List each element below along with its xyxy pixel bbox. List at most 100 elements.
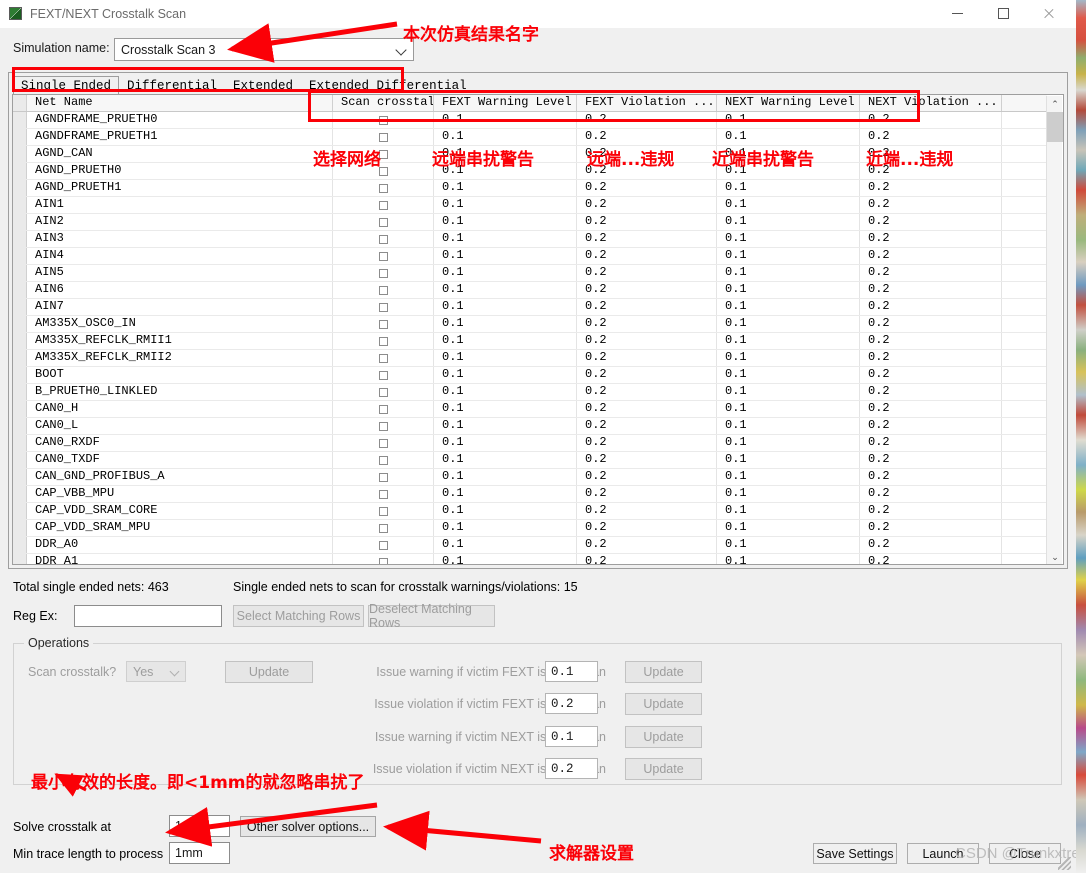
- table-row[interactable]: CAN0_L 0.1 0.2 0.1 0.2: [13, 418, 1047, 435]
- cell-scan-crosstalk[interactable]: [333, 401, 434, 417]
- cell-scan-crosstalk[interactable]: [333, 486, 434, 502]
- table-row[interactable]: AIN4 0.1 0.2 0.1 0.2: [13, 248, 1047, 265]
- table-row[interactable]: AIN3 0.1 0.2 0.1 0.2: [13, 231, 1047, 248]
- scan-crosstalk-checkbox[interactable]: [378, 370, 388, 380]
- scrollbar-thumb[interactable]: [1047, 112, 1063, 142]
- scan-crosstalk-checkbox[interactable]: [378, 319, 388, 329]
- scan-crosstalk-checkbox[interactable]: [378, 132, 388, 142]
- regex-input[interactable]: [74, 605, 222, 627]
- scan-crosstalk-checkbox[interactable]: [378, 455, 388, 465]
- table-row[interactable]: AIN2 0.1 0.2 0.1 0.2: [13, 214, 1047, 231]
- cell-scan-crosstalk[interactable]: [333, 282, 434, 298]
- scan-crosstalk-checkbox[interactable]: [378, 302, 388, 312]
- cell-scan-crosstalk[interactable]: [333, 231, 434, 247]
- scan-crosstalk-checkbox[interactable]: [378, 523, 388, 533]
- cell-scan-crosstalk[interactable]: [333, 537, 434, 553]
- cell-scan-crosstalk[interactable]: [333, 214, 434, 230]
- scan-crosstalk-checkbox[interactable]: [378, 251, 388, 261]
- next-violation-update-button[interactable]: Update: [625, 758, 702, 780]
- fext-violation-update-button[interactable]: Update: [625, 693, 702, 715]
- minimize-button[interactable]: [934, 0, 980, 27]
- table-row[interactable]: AM335X_OSC0_IN 0.1 0.2 0.1 0.2: [13, 316, 1047, 333]
- scan-crosstalk-checkbox[interactable]: [378, 285, 388, 295]
- table-row[interactable]: AGND_PRUETH1 0.1 0.2 0.1 0.2: [13, 180, 1047, 197]
- cell-scan-crosstalk[interactable]: [333, 520, 434, 536]
- cell-scan-crosstalk[interactable]: [333, 197, 434, 213]
- table-row[interactable]: AGNDFRAME_PRUETH1 0.1 0.2 0.1 0.2: [13, 129, 1047, 146]
- table-row[interactable]: CAP_VDD_SRAM_MPU 0.1 0.2 0.1 0.2: [13, 520, 1047, 537]
- cell-scan-crosstalk[interactable]: [333, 418, 434, 434]
- other-solver-options-button[interactable]: Other solver options...: [240, 816, 376, 837]
- scan-crosstalk-checkbox[interactable]: [378, 506, 388, 516]
- column-header-net-name[interactable]: Net Name: [27, 95, 333, 111]
- scan-crosstalk-checkbox[interactable]: [378, 557, 388, 564]
- scan-crosstalk-checkbox[interactable]: [378, 387, 388, 397]
- table-row[interactable]: CAP_VBB_MPU 0.1 0.2 0.1 0.2: [13, 486, 1047, 503]
- scan-crosstalk-checkbox[interactable]: [378, 404, 388, 414]
- scan-crosstalk-checkbox[interactable]: [378, 336, 388, 346]
- fext-warning-threshold-input[interactable]: 0.1: [545, 661, 598, 682]
- table-row[interactable]: AIN5 0.1 0.2 0.1 0.2: [13, 265, 1047, 282]
- cell-scan-crosstalk[interactable]: [333, 316, 434, 332]
- scan-crosstalk-checkbox[interactable]: [378, 268, 388, 278]
- solve-crosstalk-at-input[interactable]: 1GHz: [169, 815, 230, 837]
- cell-scan-crosstalk[interactable]: [333, 350, 434, 366]
- cell-scan-crosstalk[interactable]: [333, 367, 434, 383]
- scroll-down-icon[interactable]: ⌄: [1047, 549, 1063, 564]
- table-row[interactable]: DDR_A0 0.1 0.2 0.1 0.2: [13, 537, 1047, 554]
- table-row[interactable]: DDR_A1 0.1 0.2 0.1 0.2: [13, 554, 1047, 564]
- scan-crosstalk-checkbox[interactable]: [378, 200, 388, 210]
- table-row[interactable]: AM335X_REFCLK_RMII2 0.1 0.2 0.1 0.2: [13, 350, 1047, 367]
- operations-update-button[interactable]: Update: [225, 661, 313, 683]
- cell-scan-crosstalk[interactable]: [333, 299, 434, 315]
- table-row[interactable]: AM335X_REFCLK_RMII1 0.1 0.2 0.1 0.2: [13, 333, 1047, 350]
- cell-scan-crosstalk[interactable]: [333, 554, 434, 564]
- select-matching-rows-button[interactable]: Select Matching Rows: [233, 605, 364, 627]
- maximize-button[interactable]: [980, 0, 1026, 27]
- cell-scan-crosstalk[interactable]: [333, 503, 434, 519]
- table-row[interactable]: AIN1 0.1 0.2 0.1 0.2: [13, 197, 1047, 214]
- next-violation-threshold-input[interactable]: 0.2: [545, 758, 598, 779]
- next-warning-update-button[interactable]: Update: [625, 726, 702, 748]
- table-row[interactable]: CAN0_RXDF 0.1 0.2 0.1 0.2: [13, 435, 1047, 452]
- table-row[interactable]: CAN0_TXDF 0.1 0.2 0.1 0.2: [13, 452, 1047, 469]
- table-row[interactable]: CAN0_H 0.1 0.2 0.1 0.2: [13, 401, 1047, 418]
- scan-crosstalk-checkbox[interactable]: [378, 217, 388, 227]
- scan-crosstalk-checkbox[interactable]: [378, 421, 388, 431]
- operations-scan-crosstalk-combobox[interactable]: Yes: [126, 661, 186, 682]
- cell-scan-crosstalk[interactable]: [333, 265, 434, 281]
- scan-crosstalk-checkbox[interactable]: [378, 353, 388, 363]
- table-row[interactable]: CAN_GND_PROFIBUS_A 0.1 0.2 0.1 0.2: [13, 469, 1047, 486]
- cell-next-violation: 0.2: [860, 554, 1002, 564]
- vertical-scrollbar[interactable]: ⌃ ⌄: [1046, 96, 1063, 564]
- scan-crosstalk-checkbox[interactable]: [378, 183, 388, 193]
- deselect-matching-rows-button[interactable]: Deselect Matching Rows: [368, 602, 495, 630]
- scan-crosstalk-checkbox[interactable]: [378, 234, 388, 244]
- cell-scan-crosstalk[interactable]: [333, 129, 434, 145]
- scan-crosstalk-checkbox[interactable]: [378, 489, 388, 499]
- table-row[interactable]: AIN6 0.1 0.2 0.1 0.2: [13, 282, 1047, 299]
- cell-scan-crosstalk[interactable]: [333, 384, 434, 400]
- cell-scan-crosstalk[interactable]: [333, 248, 434, 264]
- fext-violation-threshold-input[interactable]: 0.2: [545, 693, 598, 714]
- cell-scan-crosstalk[interactable]: [333, 452, 434, 468]
- scan-crosstalk-checkbox[interactable]: [378, 540, 388, 550]
- table-row[interactable]: AIN7 0.1 0.2 0.1 0.2: [13, 299, 1047, 316]
- cell-scan-crosstalk[interactable]: [333, 180, 434, 196]
- cell-scan-crosstalk[interactable]: [333, 469, 434, 485]
- cell-scan-crosstalk[interactable]: [333, 435, 434, 451]
- save-settings-button[interactable]: Save Settings: [813, 843, 897, 864]
- cell-scan-crosstalk[interactable]: [333, 333, 434, 349]
- table-row[interactable]: B_PRUETH0_LINKLED 0.1 0.2 0.1 0.2: [13, 384, 1047, 401]
- simulation-name-combobox[interactable]: Crosstalk Scan 3: [114, 38, 414, 61]
- table-row[interactable]: CAP_VDD_SRAM_CORE 0.1 0.2 0.1 0.2: [13, 503, 1047, 520]
- table-row[interactable]: BOOT 0.1 0.2 0.1 0.2: [13, 367, 1047, 384]
- close-button[interactable]: [1026, 0, 1072, 27]
- scan-crosstalk-checkbox[interactable]: [378, 472, 388, 482]
- scroll-up-icon[interactable]: ⌃: [1047, 96, 1063, 112]
- scan-crosstalk-checkbox[interactable]: [378, 438, 388, 448]
- annotation-box-columns: [308, 90, 920, 122]
- next-warning-threshold-input[interactable]: 0.1: [545, 726, 598, 747]
- min-trace-length-input[interactable]: 1mm: [169, 842, 230, 864]
- fext-warning-update-button[interactable]: Update: [625, 661, 702, 683]
